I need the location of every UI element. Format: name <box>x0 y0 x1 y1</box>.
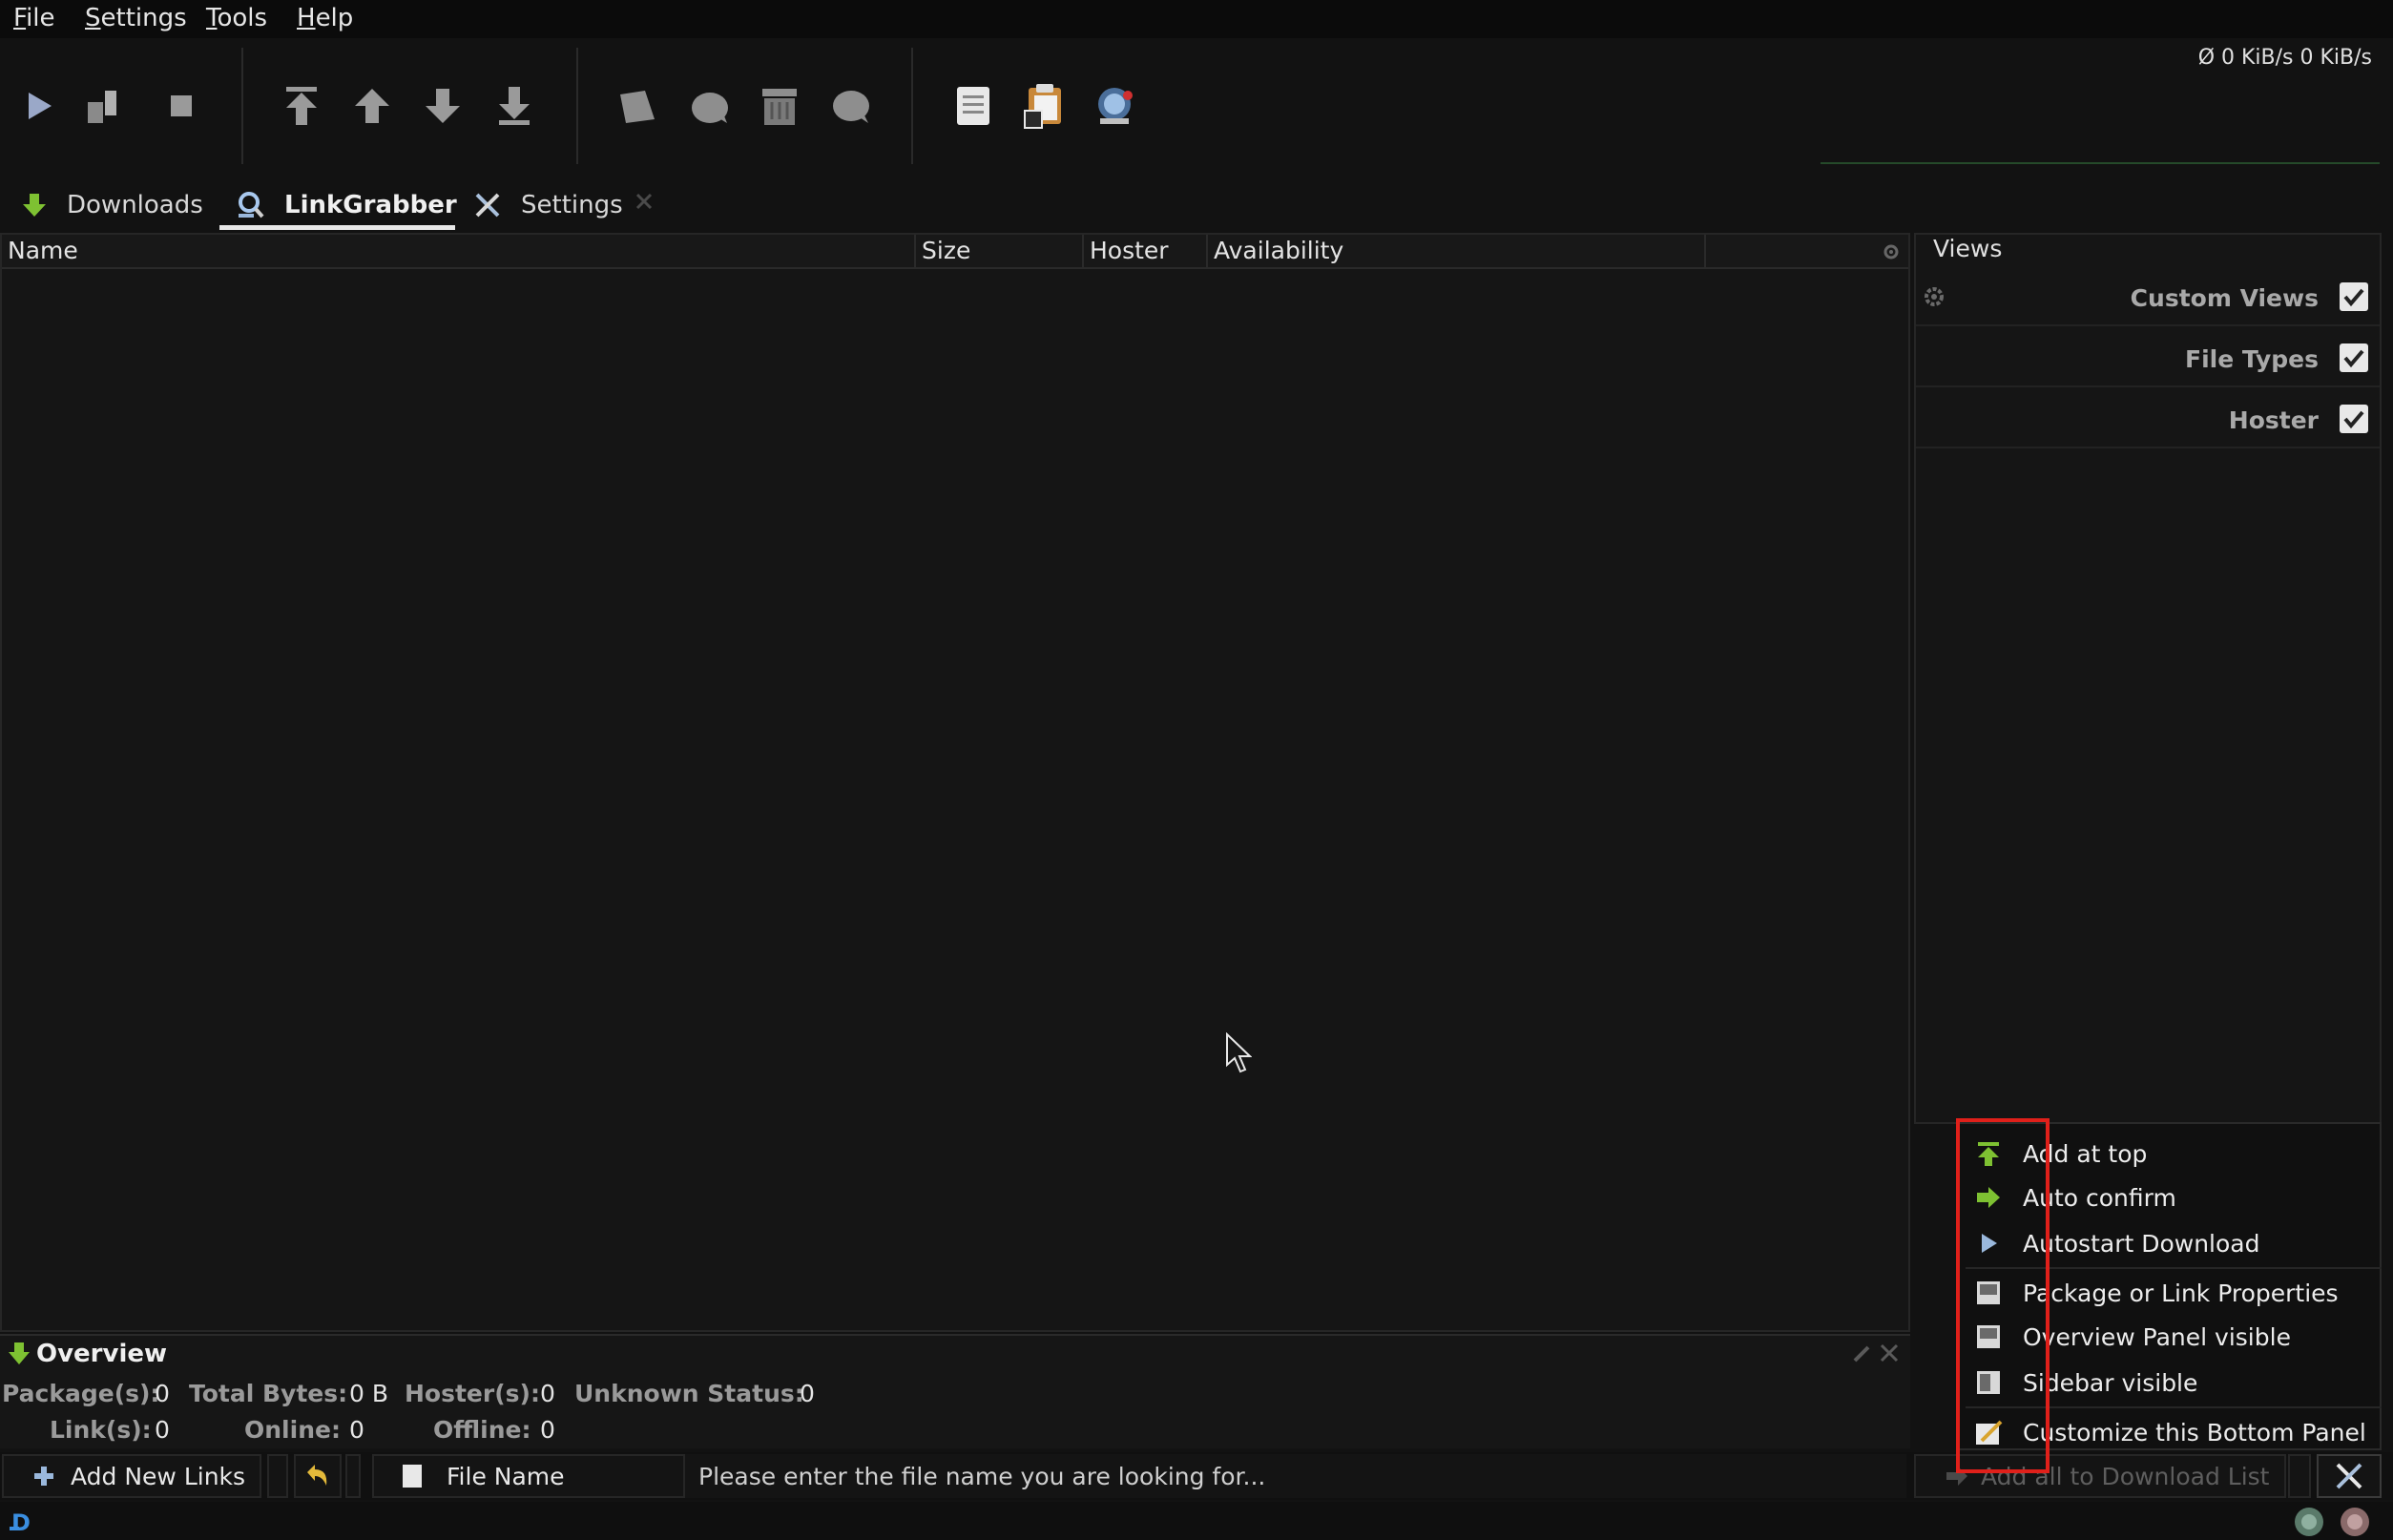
undo-dropdown[interactable] <box>345 1454 361 1498</box>
stat-unknown-value: 0 <box>800 1380 815 1407</box>
status-bar <box>0 1502 2393 1540</box>
filter-mode-label: File Name <box>447 1462 565 1490</box>
menu-item-label: Autostart Download <box>2023 1229 2260 1258</box>
stat-packages-value: 0 <box>155 1380 170 1407</box>
view-label: Hoster <box>2228 406 2319 434</box>
highlight-box <box>1956 1118 2050 1473</box>
stat-online-label: Online: <box>244 1416 341 1444</box>
move-down-icon[interactable] <box>416 76 469 135</box>
search-input[interactable] <box>685 1454 1906 1498</box>
column-header-hoster[interactable]: Hoster <box>1084 235 1208 269</box>
add-links-dropdown[interactable] <box>267 1454 288 1498</box>
speed-indicator: Ø 0 KiB/s 0 KiB/s <box>2197 46 2372 70</box>
mouse-cursor-icon <box>1225 1032 1252 1074</box>
play-icon[interactable] <box>11 76 65 135</box>
views-title: Views <box>1933 235 2003 262</box>
column-header-size[interactable]: Size <box>916 235 1084 269</box>
menu-tools[interactable]: Tools <box>206 4 267 32</box>
column-settings-icon[interactable] <box>1882 242 1901 261</box>
reconnect-icon[interactable] <box>611 76 664 135</box>
stat-offline-value: 0 <box>540 1416 555 1444</box>
menu-item-label: Overview Panel visible <box>2023 1322 2291 1351</box>
toolbar-separator <box>241 48 243 164</box>
overview-title: Overview <box>36 1340 168 1368</box>
undo-button[interactable] <box>294 1454 342 1498</box>
tools-icon <box>2333 1460 2365 1492</box>
add-all-dropdown[interactable] <box>2288 1454 2311 1498</box>
settings-tools-icon <box>473 191 502 219</box>
speed-graph <box>1821 162 2380 164</box>
stat-packages-label: Package(s): <box>2 1380 160 1407</box>
column-header-availability[interactable]: Availability <box>1208 235 1706 269</box>
tab-settings-label: Settings <box>521 191 623 219</box>
active-tab-indicator <box>219 225 455 230</box>
undo-icon <box>303 1463 332 1489</box>
tab-downloads-label: Downloads <box>67 191 203 219</box>
bottom-panel-settings-button[interactable] <box>2317 1454 2382 1498</box>
stat-links-label: Link(s): <box>50 1416 152 1444</box>
view-checkbox[interactable] <box>2340 343 2368 372</box>
move-up-icon[interactable] <box>345 76 399 135</box>
plus-icon <box>32 1465 55 1488</box>
sleep-icon[interactable] <box>824 76 878 135</box>
column-header-name[interactable]: Name <box>2 235 916 269</box>
update-status-icon[interactable] <box>2338 1506 2372 1538</box>
linkgrabber-icon <box>237 191 265 219</box>
stat-offline-label: Offline: <box>433 1416 531 1444</box>
stat-hosters-label: Hoster(s): <box>405 1380 540 1407</box>
tab-linkgrabber[interactable]: LinkGrabber <box>237 179 457 231</box>
view-checkbox[interactable] <box>2340 282 2368 311</box>
menu-bar: File Settings Tools Help <box>0 0 2393 38</box>
jdownloader-logo-icon[interactable]: D <box>8 1508 38 1534</box>
add-new-links-label: Add New Links <box>71 1462 246 1490</box>
stat-online-value: 0 <box>349 1416 364 1444</box>
move-to-bottom-icon[interactable] <box>488 76 541 135</box>
file-name-icon <box>401 1463 424 1489</box>
view-label: Custom Views <box>2130 284 2319 312</box>
close-tab-icon[interactable] <box>630 187 658 216</box>
view-checkbox[interactable] <box>2340 405 2368 433</box>
add-new-links-button[interactable]: Add New Links <box>2 1454 261 1498</box>
download-arrow-icon <box>21 192 48 219</box>
menu-item-label: Package or Link Properties <box>2023 1279 2339 1307</box>
tab-downloads[interactable]: Downloads <box>21 179 203 231</box>
clear-icon[interactable] <box>753 76 806 135</box>
svg-text:D: D <box>11 1509 31 1534</box>
overview-close-icon[interactable] <box>1878 1342 1901 1364</box>
tab-settings[interactable]: Settings <box>473 179 623 231</box>
stat-total-bytes-label: Total Bytes: <box>189 1380 348 1407</box>
pause-icon[interactable] <box>76 76 130 135</box>
menu-settings[interactable]: Settings <box>85 4 187 32</box>
move-to-top-icon[interactable] <box>275 76 328 135</box>
stop-icon[interactable] <box>155 76 208 135</box>
clipboard-observer-icon[interactable] <box>947 76 1000 135</box>
menu-file[interactable]: File <box>13 4 55 32</box>
filter-mode-select[interactable]: File Name <box>372 1454 685 1498</box>
toolbar-separator <box>576 48 578 164</box>
paste-icon[interactable] <box>1017 76 1071 135</box>
linkgrabber-table[interactable] <box>0 233 1910 1332</box>
view-label: File Types <box>2185 345 2319 373</box>
tab-linkgrabber-label: LinkGrabber <box>284 191 457 219</box>
update-icon[interactable] <box>1088 76 1141 135</box>
premium-icon[interactable] <box>683 76 737 135</box>
overview-settings-icon[interactable] <box>1851 1342 1874 1364</box>
stat-links-value: 0 <box>155 1416 170 1444</box>
view-custom-views[interactable]: Custom Views <box>1916 267 2380 326</box>
toolbar-separator <box>911 48 913 164</box>
menu-item-label: Customize this Bottom Panel <box>2023 1418 2366 1446</box>
menu-help[interactable]: Help <box>297 4 353 32</box>
view-file-types[interactable]: File Types <box>1916 328 2380 387</box>
table-header: Name Size Hoster Availability <box>2 235 1908 269</box>
connection-status-icon[interactable] <box>2292 1506 2326 1538</box>
stat-unknown-label: Unknown Status: <box>574 1380 804 1407</box>
stat-hosters-value: 0 <box>540 1380 555 1407</box>
view-hoster[interactable]: Hoster <box>1916 389 2380 448</box>
stat-total-bytes-value: 0 B <box>349 1380 389 1407</box>
overview-arrow-icon <box>8 1342 31 1366</box>
